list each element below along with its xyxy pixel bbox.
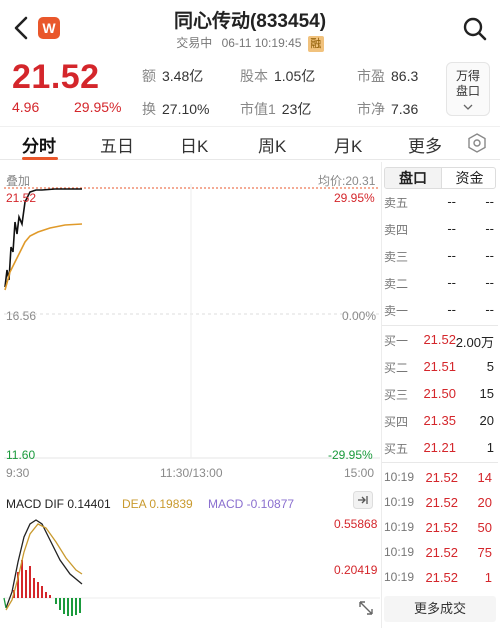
ask-row: 卖五 -- -- (384, 194, 494, 210)
stock-title: 同心传动(833454) (173, 11, 327, 32)
tab-monthly-k[interactable]: 月K (334, 132, 362, 157)
wande-panel-button[interactable]: 万得盘口 (446, 62, 490, 116)
time-axis-mid: 11:30/13:00 (160, 466, 223, 480)
price-axis-low: 11.60 (6, 448, 36, 462)
stat-share-capital: 股本 1.05亿 (240, 68, 316, 84)
stat-pb: 市净 7.36 (357, 101, 419, 117)
ask-row: 卖二 -- -- (384, 275, 494, 291)
price-change: 4.96 (12, 99, 40, 115)
fullscreen-icon[interactable] (357, 599, 375, 617)
tab-active-indicator (22, 157, 58, 160)
macd-value-label: MACD -0.10877 (208, 497, 295, 511)
trade-datetime: 06-11 10:19:45 (221, 36, 302, 50)
macd-histogram (13, 560, 81, 616)
overlay-label[interactable]: 叠加 (6, 172, 30, 189)
average-price-label: 均价:20.31 (318, 174, 376, 188)
trade-status-line: 交易中 06-11 10:19:45 融 (150, 34, 350, 52)
margin-tag: 融 (307, 35, 324, 52)
tab-five-day[interactable]: 五日 (100, 132, 134, 157)
price-axis-mid: 16.56 (6, 309, 37, 323)
search-icon[interactable] (462, 16, 488, 42)
time-axis-end: 15:00 (344, 466, 375, 480)
panel-tabs: 盘口 资金 (384, 167, 496, 189)
tab-capital-flow[interactable]: 资金 (441, 168, 495, 188)
stat-market-cap: 市值1 23亿 (240, 101, 312, 117)
expand-icon[interactable] (353, 491, 373, 509)
macd-dea-label: DEA 0.19839 (122, 497, 193, 511)
current-price: 21.52 (12, 58, 100, 96)
tab-more[interactable]: 更多 (408, 132, 442, 157)
price-axis-high: 21.52 (6, 191, 37, 205)
tab-order-book[interactable]: 盘口 (385, 168, 441, 188)
ask-row: 卖三 -- -- (384, 248, 494, 264)
pct-axis-low: -29.95% (328, 448, 373, 462)
trade-row: 10:19 21.52 50 (384, 520, 492, 535)
trade-row: 10:19 21.52 75 (384, 545, 492, 560)
macd-chart[interactable] (0, 512, 382, 622)
tab-daily-k[interactable]: 日K (180, 132, 208, 157)
trade-status: 交易中 (176, 36, 213, 50)
bid-row: 买一 21.52 2.00万 (384, 332, 494, 350)
time-axis-start: 9:30 (6, 466, 30, 480)
bid-row: 买三 21.50 15 (384, 386, 494, 402)
tab-intraday[interactable]: 分时 (22, 132, 56, 157)
trade-row: 10:19 21.52 14 (384, 470, 492, 485)
pct-axis-mid: 0.00% (342, 309, 377, 323)
price-change-pct: 29.95% (74, 99, 122, 115)
ask-row: 卖四 -- -- (384, 221, 494, 237)
stat-turnover-rate: 换 27.10% (142, 101, 210, 117)
macd-dif-label: MACD DIF 0.14401 (6, 497, 111, 511)
chart-tabs: 分时 五日 日K 周K 月K 更多 (0, 126, 500, 160)
trade-row: 10:19 21.52 1 (384, 570, 492, 585)
chevron-down-icon (463, 104, 473, 110)
bid-row: 买四 21.35 20 (384, 413, 494, 429)
intraday-chart[interactable] (0, 162, 382, 462)
trade-row: 10:19 21.52 20 (384, 495, 492, 510)
tab-weekly-k[interactable]: 周K (258, 132, 286, 157)
pct-axis-high: 29.95% (334, 191, 375, 205)
stat-pe: 市盈 86.3 (357, 68, 419, 84)
brand-badge[interactable]: W (38, 17, 60, 39)
wande-label: 万得盘口 (455, 69, 480, 98)
bid-row: 买二 21.51 5 (384, 359, 494, 375)
stat-turnover-amount: 额 3.48亿 (142, 68, 204, 84)
settings-icon[interactable] (467, 133, 487, 153)
more-trades-button[interactable]: 更多成交 (384, 596, 496, 622)
back-icon[interactable] (10, 14, 34, 42)
